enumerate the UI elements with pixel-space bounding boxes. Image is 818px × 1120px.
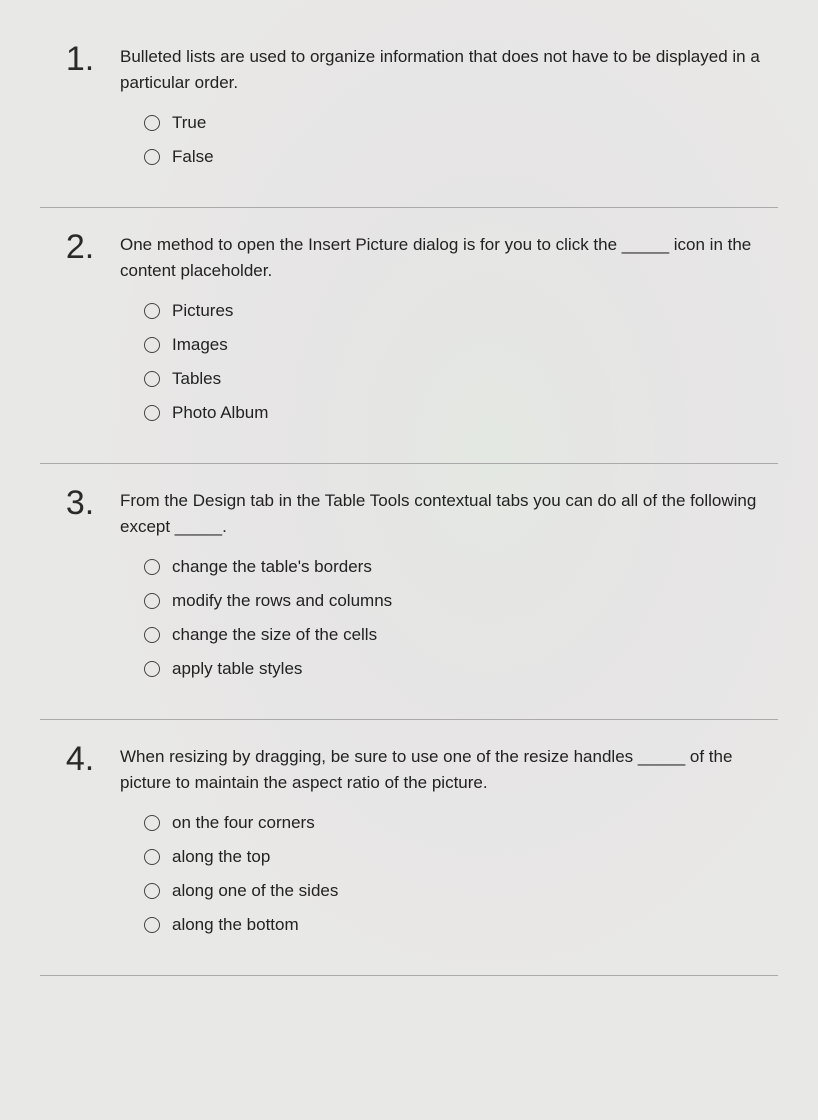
question-1: 1. Bulleted lists are used to organize i… [40, 20, 778, 208]
options-group: True False [120, 113, 778, 167]
option-cell-size[interactable]: change the size of the cells [144, 625, 778, 645]
question-body: One method to open the Insert Picture di… [120, 226, 778, 437]
radio-icon [144, 115, 160, 131]
question-3: 3. From the Design tab in the Table Tool… [40, 464, 778, 720]
radio-icon [144, 559, 160, 575]
option-label: Tables [172, 369, 221, 389]
radio-icon [144, 303, 160, 319]
question-4: 4. When resizing by dragging, be sure to… [40, 720, 778, 976]
radio-icon [144, 849, 160, 865]
radio-icon [144, 815, 160, 831]
options-group: on the four corners along the top along … [120, 813, 778, 935]
question-body: When resizing by dragging, be sure to us… [120, 738, 778, 949]
radio-icon [144, 337, 160, 353]
radio-icon [144, 405, 160, 421]
question-body: Bulleted lists are used to organize info… [120, 38, 778, 181]
option-label: change the size of the cells [172, 625, 377, 645]
option-pictures[interactable]: Pictures [144, 301, 778, 321]
question-number: 4. [40, 738, 120, 949]
radio-icon [144, 593, 160, 609]
option-images[interactable]: Images [144, 335, 778, 355]
option-label: along the top [172, 847, 270, 867]
question-number: 3. [40, 482, 120, 693]
option-label: along the bottom [172, 915, 299, 935]
option-label: change the table's borders [172, 557, 372, 577]
option-true[interactable]: True [144, 113, 778, 133]
option-borders[interactable]: change the table's borders [144, 557, 778, 577]
option-label: False [172, 147, 214, 167]
option-label: on the four corners [172, 813, 315, 833]
options-group: change the table's borders modify the ro… [120, 557, 778, 679]
radio-icon [144, 661, 160, 677]
radio-icon [144, 917, 160, 933]
option-table-styles[interactable]: apply table styles [144, 659, 778, 679]
radio-icon [144, 627, 160, 643]
option-label: along one of the sides [172, 881, 338, 901]
question-body: From the Design tab in the Table Tools c… [120, 482, 778, 693]
option-four-corners[interactable]: on the four corners [144, 813, 778, 833]
option-label: Photo Album [172, 403, 268, 423]
options-group: Pictures Images Tables Photo Album [120, 301, 778, 423]
question-prompt: When resizing by dragging, be sure to us… [120, 744, 778, 795]
question-prompt: From the Design tab in the Table Tools c… [120, 488, 778, 539]
radio-icon [144, 149, 160, 165]
option-along-bottom[interactable]: along the bottom [144, 915, 778, 935]
question-2: 2. One method to open the Insert Picture… [40, 208, 778, 464]
option-photo-album[interactable]: Photo Album [144, 403, 778, 423]
option-false[interactable]: False [144, 147, 778, 167]
option-label: apply table styles [172, 659, 302, 679]
radio-icon [144, 883, 160, 899]
option-label: Pictures [172, 301, 233, 321]
option-tables[interactable]: Tables [144, 369, 778, 389]
question-prompt: One method to open the Insert Picture di… [120, 232, 778, 283]
radio-icon [144, 371, 160, 387]
option-along-top[interactable]: along the top [144, 847, 778, 867]
option-label: Images [172, 335, 228, 355]
question-number: 1. [40, 38, 120, 181]
option-label: True [172, 113, 206, 133]
option-along-sides[interactable]: along one of the sides [144, 881, 778, 901]
question-prompt: Bulleted lists are used to organize info… [120, 44, 778, 95]
option-rows-columns[interactable]: modify the rows and columns [144, 591, 778, 611]
option-label: modify the rows and columns [172, 591, 392, 611]
question-number: 2. [40, 226, 120, 437]
